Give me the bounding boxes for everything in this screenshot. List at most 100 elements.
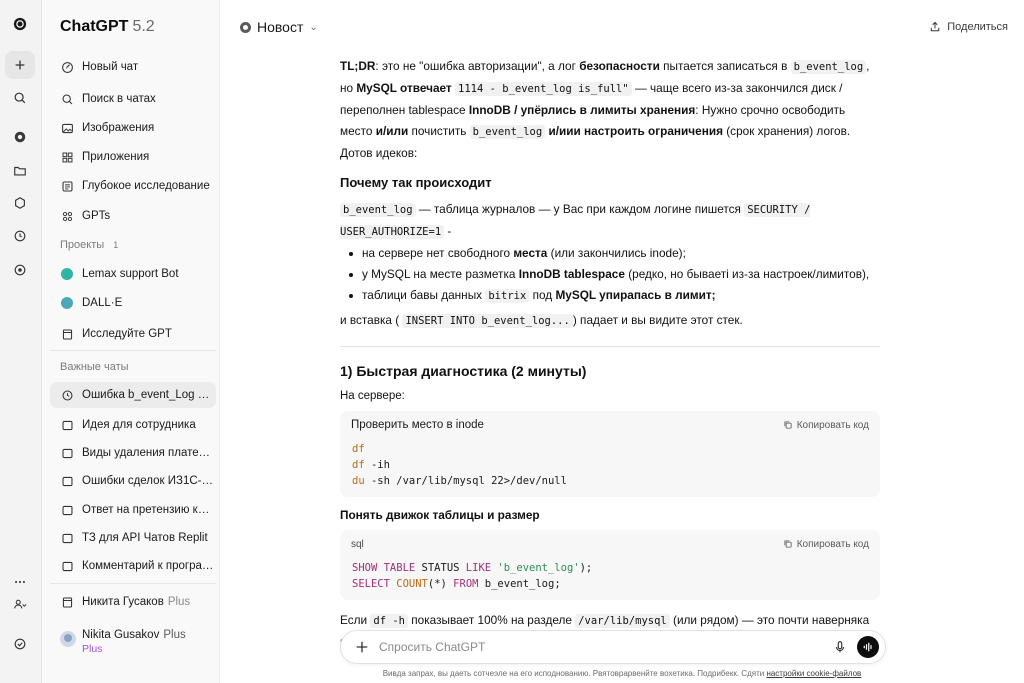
section-heading: 1) Быстрая диагностика (2 минуты) (340, 363, 587, 379)
copy-code-button[interactable]: Копировать код (783, 415, 869, 436)
settings-icon[interactable] (5, 630, 35, 658)
code-block-header: sql Копировать код (340, 530, 880, 554)
sidebar-item-label: Ошибки сделок ИЗ1С-Би… (82, 475, 216, 487)
code-token: FROM (453, 578, 479, 590)
text-run: и вставка ( (340, 313, 403, 327)
bullet-list: на сервере нет свободного места (или зак… (340, 243, 880, 307)
user-name: Nikita Gusakov (82, 629, 160, 641)
openai-logo-icon[interactable] (5, 10, 35, 38)
sidebar-item-images[interactable]: Изображения (50, 115, 216, 141)
inline-code: b_event_log (790, 60, 867, 74)
edit-icon (60, 60, 74, 74)
code-token: (*) (427, 578, 454, 590)
sidebar-item-label: Приложения (82, 151, 150, 163)
inline-code: df -h (370, 614, 408, 628)
sidebar-chat-item[interactable]: Ошибка b_event_Log Бит… (50, 382, 216, 408)
text-run: MySQL упирапась в лимит; (555, 288, 716, 302)
history-icon[interactable] (5, 222, 35, 250)
text-run: (или закончились inode); (547, 246, 686, 260)
code-block-header: Проверить место в inode Копировать код (340, 411, 880, 435)
sidebar-item-label: Исследуйте GPT (82, 328, 172, 340)
model-selector[interactable]: Новост ⌄ (240, 19, 318, 35)
sidebar-chat-item[interactable]: Идея для сотрудника (50, 412, 216, 438)
search-icon[interactable] (5, 84, 35, 112)
inline-code: b_event_log (340, 203, 416, 217)
sidebar-chat-item[interactable]: Ошибки сделок ИЗ1С-Би… (50, 468, 216, 494)
folder-icon[interactable] (5, 157, 35, 185)
code-language: sql (351, 538, 364, 550)
user-profile[interactable]: Nikita Gusakov Plus Plus (50, 624, 216, 664)
text-run: - (444, 224, 452, 238)
sidebar-project-lemax[interactable]: Lemax support Bot (50, 261, 216, 287)
cookie-settings-link[interactable]: настройки cookie-файлов (766, 669, 861, 678)
brand-version: 5.2 (132, 18, 155, 35)
model-label: Новост (257, 19, 304, 35)
main-panel: Новост ⌄ Поделиться TL;DR: это не "ошибк… (220, 0, 1024, 683)
sidebar-item-gpts[interactable]: GPTs (50, 203, 216, 229)
sidebar-chat-item[interactable]: Виды удаления платежки (50, 440, 216, 466)
code-token: df (352, 459, 365, 471)
sidebar-project-dalle[interactable]: DALL·E (50, 290, 216, 316)
assistant-message: TL;DR: это не "ошибка авторизации", а ло… (340, 56, 880, 653)
sidebar-item-new-chat[interactable]: Новый чат (50, 54, 216, 80)
code-token: -sh /var/lib/mysql 22>/dev/null (364, 475, 567, 487)
brand-title[interactable]: ChatGPT 5.2 (60, 18, 155, 36)
users-icon[interactable] (5, 590, 35, 618)
new-chat-icon[interactable] (5, 51, 35, 79)
sidebar-item-search[interactable]: Поиск в чатах (50, 86, 216, 112)
code-content: df df -ih du -sh /var/lib/mysql 22>/dev/… (340, 435, 880, 497)
add-attachment-icon[interactable] (355, 640, 369, 654)
chat-icon (60, 418, 74, 432)
code-token: COUNT (389, 578, 428, 590)
sidebar-account-item[interactable]: Никита Гусаков Plus (50, 589, 216, 615)
inline-code: b_event_log (469, 125, 546, 139)
inline-code: INSERT INTO b_event_log... (402, 314, 573, 328)
search-icon (60, 92, 74, 106)
share-button[interactable]: Поделиться (929, 21, 1008, 33)
sidebar-item-label: Lemax support Bot (82, 268, 179, 280)
inline-code: /var/lib/mysql (575, 614, 670, 628)
waveform-icon (863, 642, 872, 652)
gpt-icon[interactable] (5, 123, 35, 151)
chats-header: Важные чаты (60, 361, 129, 373)
prompt-input[interactable]: Спросить ChatGPT (379, 640, 833, 654)
sidebar-chat-item[interactable]: Комментарий к програм… (50, 553, 216, 579)
copy-code-button[interactable]: Копировать код (783, 534, 869, 555)
projects-header[interactable]: Проекты 1 (60, 239, 118, 251)
apps-icon (60, 150, 74, 164)
sidebar-item-label: Ошибка b_event_Log Бит… (82, 389, 216, 401)
chat-icon (60, 446, 74, 460)
microphone-icon[interactable] (833, 640, 847, 654)
chat-composer[interactable]: Спросить ChatGPT (340, 630, 886, 664)
text-run: места (513, 246, 548, 260)
code-block-title: Проверить место в inode (351, 418, 484, 431)
grid-icon (60, 209, 74, 223)
sidebar-chat-item[interactable]: ТЗ для API Чатов Replit (50, 525, 216, 551)
sidebar-item-deep-research[interactable]: Глубокое исследование (50, 173, 216, 199)
text-run: у MySQL на месте разметка (362, 267, 519, 281)
explore-icon[interactable] (5, 256, 35, 284)
text-run: InnoDB / упёрлись в лимиты хранения (468, 103, 696, 117)
code-token: SHOW TABLE (352, 562, 416, 574)
icon-rail (0, 0, 42, 683)
text-run: и/иии настроить ограничения (548, 124, 723, 138)
copy-code-label: Копировать код (796, 538, 869, 550)
sidebar-item-label: Поиск в чатах (82, 93, 156, 105)
apps-icon[interactable] (5, 189, 35, 217)
sidebar-item-label: Никита Гусаков (82, 596, 164, 608)
sidebar-project-explore-gpt[interactable]: Исследуйте GPT (50, 321, 216, 347)
text-run: : это не "ошибка авторизации", а лог (375, 59, 580, 73)
topbar: Новост ⌄ Поделиться (220, 0, 1024, 52)
sidebar-item-apps[interactable]: Приложения (50, 144, 216, 170)
text-run: InnoDB tablespace (518, 267, 625, 281)
chat-icon (60, 474, 74, 488)
sidebar-item-label: Глубокое исследование (82, 180, 210, 192)
text-run: показывает 100% на разделе (408, 613, 576, 627)
sidebar-chat-item[interactable]: Ответ на претензию кли… (50, 497, 216, 523)
message-paragraph: b_event_log — таблица журналов — у Вас п… (340, 199, 880, 243)
voice-mode-button[interactable] (857, 636, 879, 658)
message-paragraph: На сервере: (340, 390, 405, 402)
code-block: Проверить место в inode Копировать код d… (340, 411, 880, 497)
user-plan: Plus (82, 643, 103, 655)
code-token: LIKE (465, 562, 492, 574)
